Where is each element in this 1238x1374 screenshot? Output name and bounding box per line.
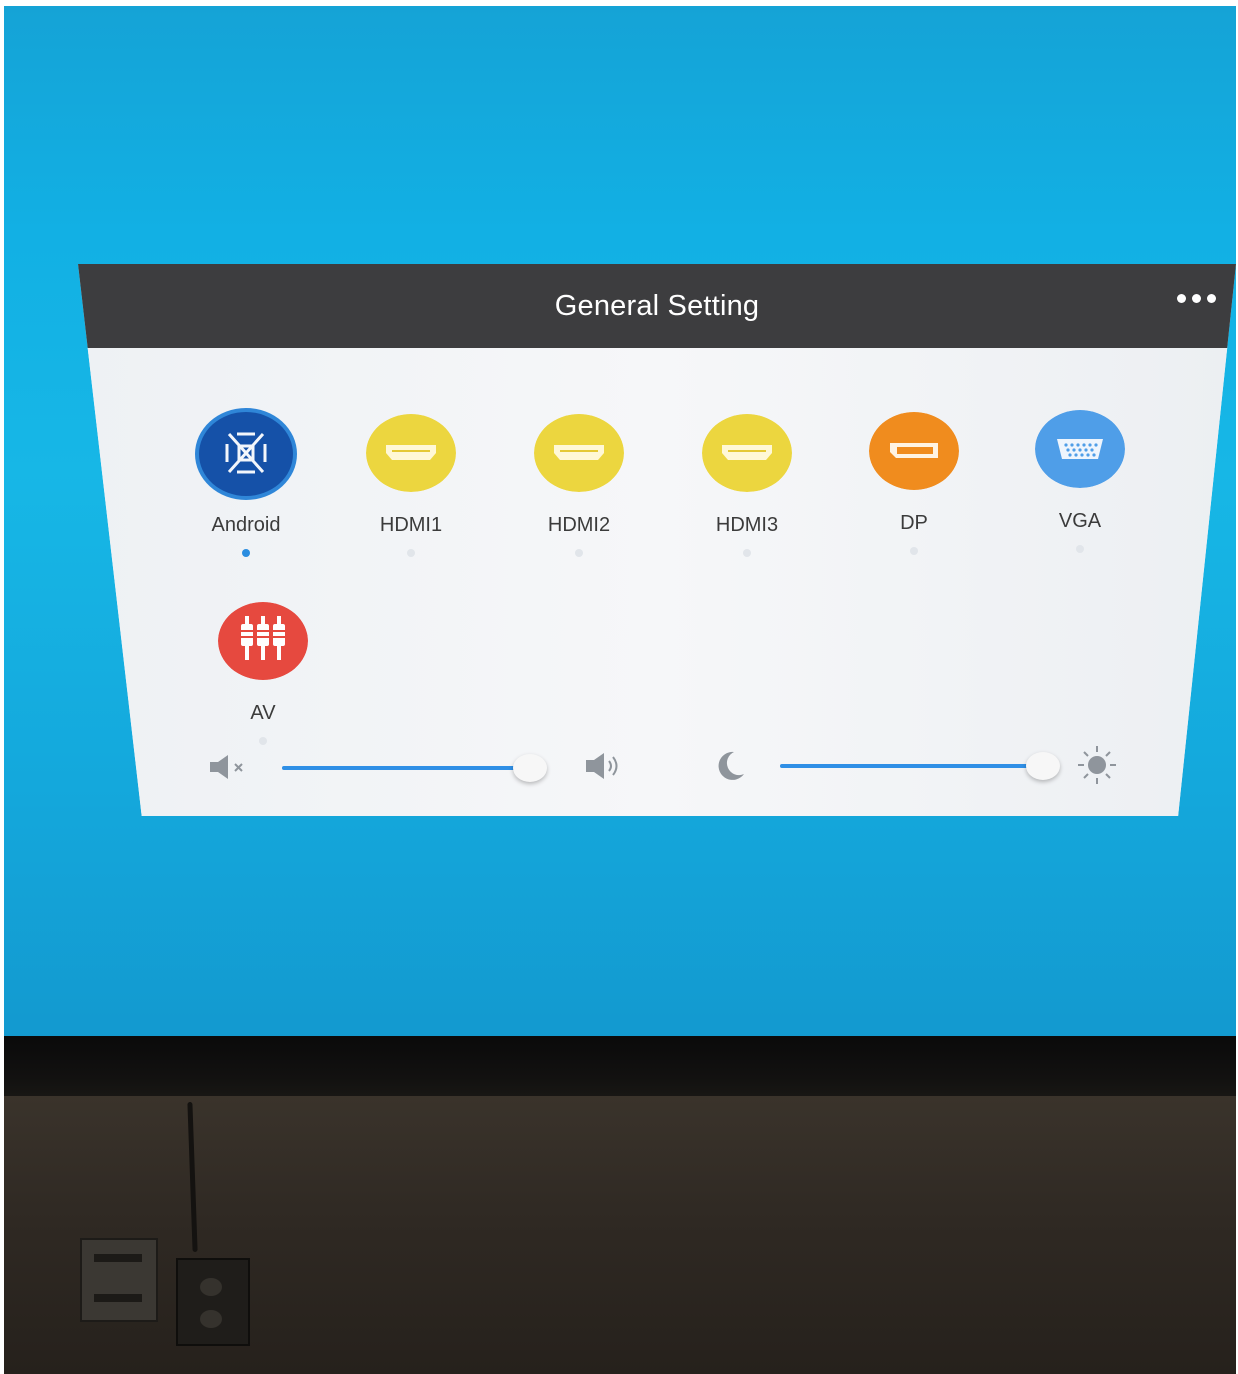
source-android[interactable]: Android bbox=[171, 408, 321, 557]
selected-indicator bbox=[259, 737, 267, 745]
control-sliders bbox=[78, 746, 1236, 798]
source-av[interactable]: AV bbox=[188, 602, 338, 745]
volume-mute-icon[interactable] bbox=[208, 752, 250, 782]
photo-frame: General Setting Android HDMI1 HDMI2 HDMI… bbox=[4, 6, 1236, 1374]
volume-slider[interactable] bbox=[282, 754, 547, 782]
source-label: VGA bbox=[1058, 510, 1102, 532]
volume-slider-fill bbox=[282, 766, 530, 770]
source-label: HDMI1 bbox=[379, 514, 443, 536]
android-source-icon bbox=[195, 408, 297, 500]
vga-icon bbox=[1035, 410, 1125, 488]
dialog-title: General Setting bbox=[554, 290, 760, 322]
source-hdmi3[interactable]: HDMI3 bbox=[672, 414, 822, 557]
source-label: AV bbox=[250, 702, 276, 724]
general-setting-dialog: General Setting Android HDMI1 HDMI2 HDMI… bbox=[78, 264, 1236, 816]
source-hdmi1[interactable]: HDMI1 bbox=[336, 414, 486, 557]
displayport-icon bbox=[869, 412, 959, 490]
hdmi-icon bbox=[534, 414, 624, 492]
volume-slider-thumb[interactable] bbox=[512, 754, 547, 782]
selected-indicator bbox=[407, 549, 415, 557]
power-outlet bbox=[176, 1258, 250, 1346]
av-rca-icon bbox=[218, 602, 308, 680]
selected-indicator bbox=[743, 549, 751, 557]
brightness-slider-thumb[interactable] bbox=[1025, 752, 1060, 780]
more-horizontal-icon[interactable] bbox=[1177, 294, 1216, 303]
source-vga[interactable]: VGA bbox=[1005, 410, 1155, 553]
source-label: HDMI3 bbox=[715, 514, 779, 536]
source-label: Android bbox=[211, 514, 281, 536]
source-dp[interactable]: DP bbox=[839, 412, 989, 555]
brightness-slider[interactable] bbox=[780, 752, 1060, 780]
source-hdmi2[interactable]: HDMI2 bbox=[504, 414, 654, 557]
dialog-titlebar: General Setting bbox=[78, 264, 1236, 348]
hdmi-icon bbox=[702, 414, 792, 492]
selected-indicator bbox=[575, 549, 583, 557]
dialog-body: Android HDMI1 HDMI2 HDMI3 DP VGA AV bbox=[78, 348, 1236, 816]
selected-indicator bbox=[1076, 545, 1084, 553]
moon-icon[interactable] bbox=[712, 748, 748, 784]
selected-indicator bbox=[242, 549, 250, 557]
source-label: HDMI2 bbox=[547, 514, 611, 536]
source-label: DP bbox=[900, 512, 928, 534]
sun-icon[interactable] bbox=[1076, 744, 1118, 786]
brightness-slider-fill bbox=[780, 764, 1043, 768]
volume-up-icon[interactable] bbox=[584, 750, 626, 782]
selected-indicator bbox=[910, 547, 918, 555]
hdmi-icon bbox=[366, 414, 456, 492]
wall-plate bbox=[80, 1238, 158, 1322]
display-screen: General Setting Android HDMI1 HDMI2 HDMI… bbox=[4, 6, 1236, 1042]
